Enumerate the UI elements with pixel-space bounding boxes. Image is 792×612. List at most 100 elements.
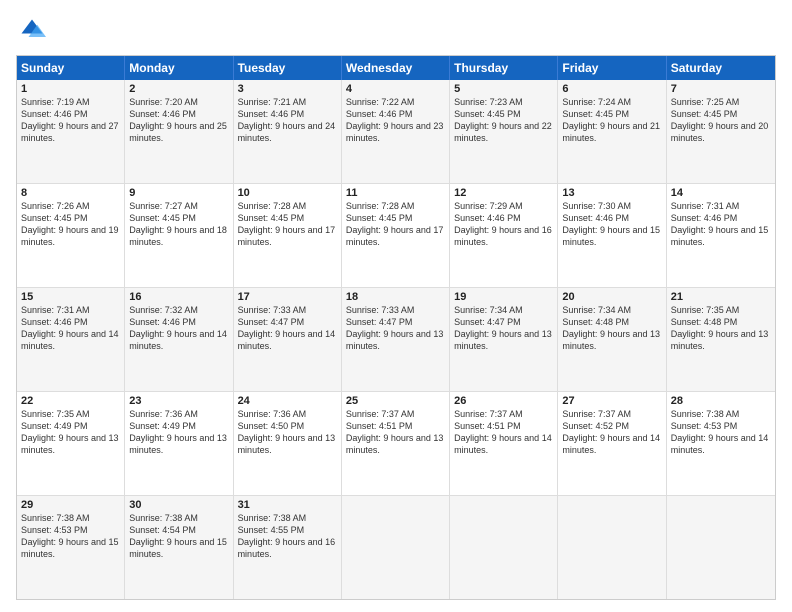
daylight-line: Daylight: 9 hours and 15 minutes. <box>21 536 120 560</box>
day-number: 4 <box>346 83 445 95</box>
calendar-day-18: 18 Sunrise: 7:33 AM Sunset: 4:47 PM Dayl… <box>342 288 450 391</box>
sunrise-line: Sunrise: 7:27 AM <box>129 200 228 212</box>
calendar-week-5: 29 Sunrise: 7:38 AM Sunset: 4:53 PM Dayl… <box>17 495 775 599</box>
calendar-empty <box>667 496 775 599</box>
daylight-line: Daylight: 9 hours and 13 minutes. <box>21 432 120 456</box>
daylight-line: Daylight: 9 hours and 23 minutes. <box>346 120 445 144</box>
day-number: 28 <box>671 395 771 407</box>
sunrise-line: Sunrise: 7:19 AM <box>21 96 120 108</box>
daylight-line: Daylight: 9 hours and 19 minutes. <box>21 224 120 248</box>
sunset-line: Sunset: 4:49 PM <box>129 420 228 432</box>
daylight-line: Daylight: 9 hours and 14 minutes. <box>21 328 120 352</box>
daylight-line: Daylight: 9 hours and 13 minutes. <box>129 432 228 456</box>
sunset-line: Sunset: 4:47 PM <box>346 316 445 328</box>
daylight-line: Daylight: 9 hours and 27 minutes. <box>21 120 120 144</box>
day-number: 10 <box>238 187 337 199</box>
header <box>16 12 776 49</box>
day-number: 15 <box>21 291 120 303</box>
logo-icon <box>18 16 46 44</box>
sunset-line: Sunset: 4:48 PM <box>671 316 771 328</box>
sunrise-line: Sunrise: 7:35 AM <box>21 408 120 420</box>
sunrise-line: Sunrise: 7:33 AM <box>346 304 445 316</box>
daylight-line: Daylight: 9 hours and 25 minutes. <box>129 120 228 144</box>
day-number: 26 <box>454 395 553 407</box>
calendar-day-23: 23 Sunrise: 7:36 AM Sunset: 4:49 PM Dayl… <box>125 392 233 495</box>
sunset-line: Sunset: 4:45 PM <box>238 212 337 224</box>
sunrise-line: Sunrise: 7:31 AM <box>671 200 771 212</box>
day-number: 6 <box>562 83 661 95</box>
daylight-line: Daylight: 9 hours and 21 minutes. <box>562 120 661 144</box>
calendar-day-20: 20 Sunrise: 7:34 AM Sunset: 4:48 PM Dayl… <box>558 288 666 391</box>
sunrise-line: Sunrise: 7:25 AM <box>671 96 771 108</box>
sunrise-line: Sunrise: 7:21 AM <box>238 96 337 108</box>
calendar-week-2: 8 Sunrise: 7:26 AM Sunset: 4:45 PM Dayli… <box>17 183 775 287</box>
calendar-day-24: 24 Sunrise: 7:36 AM Sunset: 4:50 PM Dayl… <box>234 392 342 495</box>
daylight-line: Daylight: 9 hours and 18 minutes. <box>129 224 228 248</box>
sunset-line: Sunset: 4:45 PM <box>346 212 445 224</box>
sunset-line: Sunset: 4:46 PM <box>129 108 228 120</box>
logo <box>16 16 50 49</box>
sunrise-line: Sunrise: 7:32 AM <box>129 304 228 316</box>
daylight-line: Daylight: 9 hours and 13 minutes. <box>238 432 337 456</box>
calendar-empty <box>342 496 450 599</box>
daylight-line: Daylight: 9 hours and 24 minutes. <box>238 120 337 144</box>
sunset-line: Sunset: 4:53 PM <box>671 420 771 432</box>
calendar-day-14: 14 Sunrise: 7:31 AM Sunset: 4:46 PM Dayl… <box>667 184 775 287</box>
sunrise-line: Sunrise: 7:33 AM <box>238 304 337 316</box>
sunset-line: Sunset: 4:45 PM <box>454 108 553 120</box>
calendar-day-8: 8 Sunrise: 7:26 AM Sunset: 4:45 PM Dayli… <box>17 184 125 287</box>
day-number: 24 <box>238 395 337 407</box>
sunset-line: Sunset: 4:46 PM <box>671 212 771 224</box>
daylight-line: Daylight: 9 hours and 22 minutes. <box>454 120 553 144</box>
calendar-day-15: 15 Sunrise: 7:31 AM Sunset: 4:46 PM Dayl… <box>17 288 125 391</box>
calendar-day-16: 16 Sunrise: 7:32 AM Sunset: 4:46 PM Dayl… <box>125 288 233 391</box>
sunset-line: Sunset: 4:47 PM <box>454 316 553 328</box>
sunset-line: Sunset: 4:46 PM <box>562 212 661 224</box>
calendar-day-26: 26 Sunrise: 7:37 AM Sunset: 4:51 PM Dayl… <box>450 392 558 495</box>
header-day-monday: Monday <box>125 56 233 80</box>
calendar-day-31: 31 Sunrise: 7:38 AM Sunset: 4:55 PM Dayl… <box>234 496 342 599</box>
sunrise-line: Sunrise: 7:36 AM <box>129 408 228 420</box>
sunset-line: Sunset: 4:45 PM <box>671 108 771 120</box>
day-number: 31 <box>238 499 337 511</box>
daylight-line: Daylight: 9 hours and 15 minutes. <box>129 536 228 560</box>
day-number: 14 <box>671 187 771 199</box>
daylight-line: Daylight: 9 hours and 15 minutes. <box>562 224 661 248</box>
sunrise-line: Sunrise: 7:30 AM <box>562 200 661 212</box>
calendar-day-11: 11 Sunrise: 7:28 AM Sunset: 4:45 PM Dayl… <box>342 184 450 287</box>
header-day-sunday: Sunday <box>17 56 125 80</box>
sunrise-line: Sunrise: 7:31 AM <box>21 304 120 316</box>
day-number: 22 <box>21 395 120 407</box>
day-number: 16 <box>129 291 228 303</box>
sunrise-line: Sunrise: 7:37 AM <box>562 408 661 420</box>
daylight-line: Daylight: 9 hours and 13 minutes. <box>562 328 661 352</box>
calendar-day-21: 21 Sunrise: 7:35 AM Sunset: 4:48 PM Dayl… <box>667 288 775 391</box>
daylight-line: Daylight: 9 hours and 15 minutes. <box>671 224 771 248</box>
daylight-line: Daylight: 9 hours and 14 minutes. <box>671 432 771 456</box>
calendar-day-9: 9 Sunrise: 7:27 AM Sunset: 4:45 PM Dayli… <box>125 184 233 287</box>
day-number: 2 <box>129 83 228 95</box>
page: SundayMondayTuesdayWednesdayThursdayFrid… <box>0 0 792 612</box>
daylight-line: Daylight: 9 hours and 14 minutes. <box>238 328 337 352</box>
header-day-friday: Friday <box>558 56 666 80</box>
day-number: 5 <box>454 83 553 95</box>
sunset-line: Sunset: 4:46 PM <box>454 212 553 224</box>
sunset-line: Sunset: 4:51 PM <box>454 420 553 432</box>
sunset-line: Sunset: 4:53 PM <box>21 524 120 536</box>
daylight-line: Daylight: 9 hours and 14 minutes. <box>454 432 553 456</box>
calendar-day-5: 5 Sunrise: 7:23 AM Sunset: 4:45 PM Dayli… <box>450 80 558 183</box>
sunrise-line: Sunrise: 7:20 AM <box>129 96 228 108</box>
header-day-saturday: Saturday <box>667 56 775 80</box>
daylight-line: Daylight: 9 hours and 13 minutes. <box>454 328 553 352</box>
calendar-day-12: 12 Sunrise: 7:29 AM Sunset: 4:46 PM Dayl… <box>450 184 558 287</box>
daylight-line: Daylight: 9 hours and 17 minutes. <box>238 224 337 248</box>
calendar-day-13: 13 Sunrise: 7:30 AM Sunset: 4:46 PM Dayl… <box>558 184 666 287</box>
sunrise-line: Sunrise: 7:26 AM <box>21 200 120 212</box>
day-number: 1 <box>21 83 120 95</box>
calendar-week-4: 22 Sunrise: 7:35 AM Sunset: 4:49 PM Dayl… <box>17 391 775 495</box>
sunrise-line: Sunrise: 7:35 AM <box>671 304 771 316</box>
daylight-line: Daylight: 9 hours and 16 minutes. <box>238 536 337 560</box>
sunset-line: Sunset: 4:47 PM <box>238 316 337 328</box>
day-number: 11 <box>346 187 445 199</box>
calendar-day-17: 17 Sunrise: 7:33 AM Sunset: 4:47 PM Dayl… <box>234 288 342 391</box>
